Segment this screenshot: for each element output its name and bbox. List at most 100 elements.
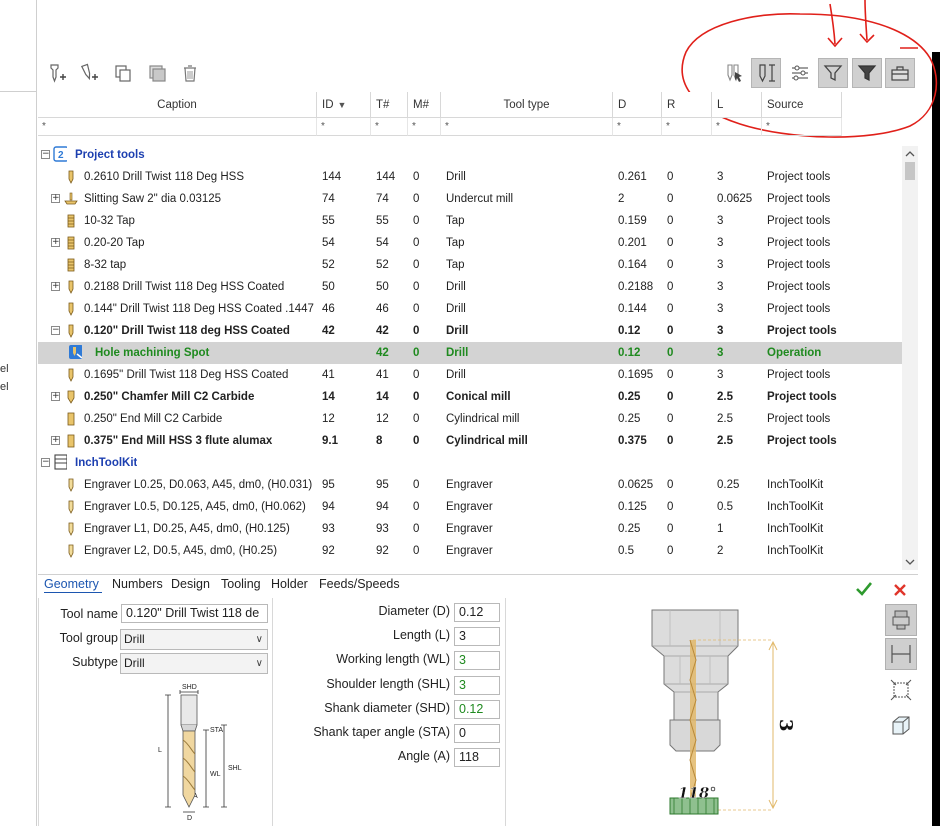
table-row[interactable]: 8-32 tap 52 52 0 Tap 0.164 0 3 Project tools [38,254,902,276]
expand-toggle[interactable]: + [51,238,60,247]
expand-toggle[interactable]: + [51,436,60,445]
filter-cell[interactable]: * [662,118,712,136]
param-input[interactable]: 3 [454,675,500,695]
table-row[interactable]: +0.2188 Drill Twist 118 Deg HSS Coated 50… [38,276,902,298]
table-row[interactable]: 0.144" Drill Twist 118 Deg HSS Coated .1… [38,298,902,320]
scroll-thumb[interactable] [905,162,915,180]
column-header[interactable]: T# [371,92,408,118]
grid-scrollbar[interactable] [902,146,918,570]
paste-button[interactable] [142,58,172,88]
column-header[interactable]: ID ▼ [317,92,371,118]
table-row[interactable]: Engraver L2, D0.5, A45, dm0, (H0.25) 92 92… [38,540,902,562]
cell-id: 50 [322,281,335,293]
tool-group-select[interactable]: Drill ∨ [120,629,268,650]
column-header[interactable]: D [613,92,662,118]
tap-tool-icon [64,258,78,272]
view-3d-button[interactable] [885,710,917,742]
param-input[interactable]: 0.12 [454,699,500,719]
filter-cell[interactable]: * [317,118,371,136]
scroll-up-icon[interactable] [902,148,918,160]
accept-check-icon[interactable] [854,580,874,598]
collapse-toggle[interactable]: − [51,326,60,335]
cell-m: 0 [413,237,420,249]
cell-type: Tap [446,215,465,227]
cell-type: Cylindrical mill [446,435,528,447]
cell-id: 12 [322,413,335,425]
table-row[interactable]: Engraver L0.25, D0.063, A45, dm0, (H0.03… [38,474,902,496]
cell-type: Conical mill [446,391,511,403]
table-row[interactable]: − 0.120" Drill Twist 118 deg HSS Coated 42… [38,320,902,342]
tab-design[interactable]: Design [171,577,210,591]
expand-toggle[interactable]: + [51,282,60,291]
tab-numbers[interactable]: Numbers [112,577,163,591]
param-input[interactable]: 0.12 [454,603,500,622]
subtype-select[interactable]: Drill ∨ [120,653,268,674]
filter-cell[interactable]: * [441,118,613,136]
table-row[interactable]: Engraver L1, D0.25, A45, dm0, (H0.125) 93… [38,518,902,540]
table-row[interactable]: +0.375" End Mill HSS 3 flute alumax 9.1 8 0… [38,430,902,452]
new-tool-group-button[interactable] [74,58,104,88]
column-header[interactable]: Tool type [441,92,613,118]
cell-m: 0 [413,193,420,205]
copy-button[interactable] [108,58,138,88]
collapse-toggle[interactable]: − [41,458,50,467]
expand-toggle[interactable]: + [51,194,60,203]
filter-cell[interactable]: * [408,118,441,136]
column-header[interactable]: Source [762,92,842,118]
table-row[interactable]: Engraver L0.5, D0.125, A45, dm0, (H0.062… [38,496,902,518]
table-row[interactable]: 0.2610 Drill Twist 118 Deg HSS 144 144 0 Dri… [38,166,902,188]
column-header[interactable]: Caption [38,92,317,118]
expand-toggle[interactable]: + [51,392,60,401]
delete-button[interactable] [175,58,205,88]
param-input[interactable]: 3 [454,627,500,647]
tool-name-input[interactable]: 0.120" Drill Twist 118 de [121,604,268,623]
filter-cell[interactable]: * [712,118,762,136]
cell-caption: 0.1695" Drill Twist 118 Deg HSS Coated [84,369,289,381]
param-label: Shank taper angle (STA) [313,725,450,739]
table-row[interactable]: 0.1695" Drill Twist 118 Deg HSS Coated 41… [38,364,902,386]
table-row[interactable]: +0.250" Chamfer Mill C2 Carbide 14 14 0 Coni… [38,386,902,408]
cell-d: 0.2188 [618,281,654,293]
cell-m: 0 [413,281,420,293]
cell-l: 2 [717,545,724,557]
tab-feeds-speeds[interactable]: Feeds/Speeds [319,577,400,591]
scroll-down-icon[interactable] [902,556,918,568]
tabs-divider [38,574,918,575]
group-row[interactable]: − InchToolKit [38,452,902,474]
cell-m: 0 [413,171,420,183]
new-tool-button[interactable] [42,58,72,88]
cancel-x-icon[interactable] [892,582,908,598]
group-row[interactable]: −2 Project tools [38,144,902,166]
table-row[interactable]: 0.250" End Mill C2 Carbide 12 12 0 Cylindric… [38,408,902,430]
column-header[interactable]: R [662,92,712,118]
cell-l: 2.5 [717,391,733,403]
table-row[interactable]: +0.20-20 Tap 54 54 0 Tap 0.201 0 3 Project tools [38,232,902,254]
tab-tooling[interactable]: Tooling [221,577,261,591]
cell-t: 54 [376,237,389,249]
column-header[interactable]: M# [408,92,441,118]
param-input[interactable]: 3 [454,651,500,671]
cell-source: Project tools [767,413,831,425]
panel-divider [505,598,506,826]
filter-cell[interactable]: * [762,118,842,136]
param-input[interactable]: 0 [454,724,500,743]
view-dimensions-button[interactable] [885,638,917,670]
engraver-tool-icon [64,544,78,558]
table-row[interactable]: 10-32 Tap 55 55 0 Tap 0.159 0 3 Project tools [38,210,902,232]
collapse-toggle[interactable]: − [41,150,50,159]
param-input[interactable]: 118 [454,748,500,768]
view-holder-button[interactable] [885,604,917,636]
table-row[interactable]: + Slitting Saw 2" dia 0.03125 74 74 0 Undercu… [38,188,902,210]
drill-tool-icon [64,302,78,316]
fit-view-icon [890,679,912,701]
column-header[interactable]: L [712,92,762,118]
drill-tool-icon [64,368,78,382]
tab-holder[interactable]: Holder [271,577,308,591]
cell-r: 0 [667,523,674,535]
tab-geometry[interactable]: Geometry [44,577,99,591]
table-row[interactable]: Hole machining Spot 42 0 Drill 0.12 0 3 Operati… [38,342,902,364]
filter-cell[interactable]: * [38,118,317,136]
filter-cell[interactable]: * [371,118,408,136]
filter-cell[interactable]: * [613,118,662,136]
view-fit-button[interactable] [885,674,917,706]
